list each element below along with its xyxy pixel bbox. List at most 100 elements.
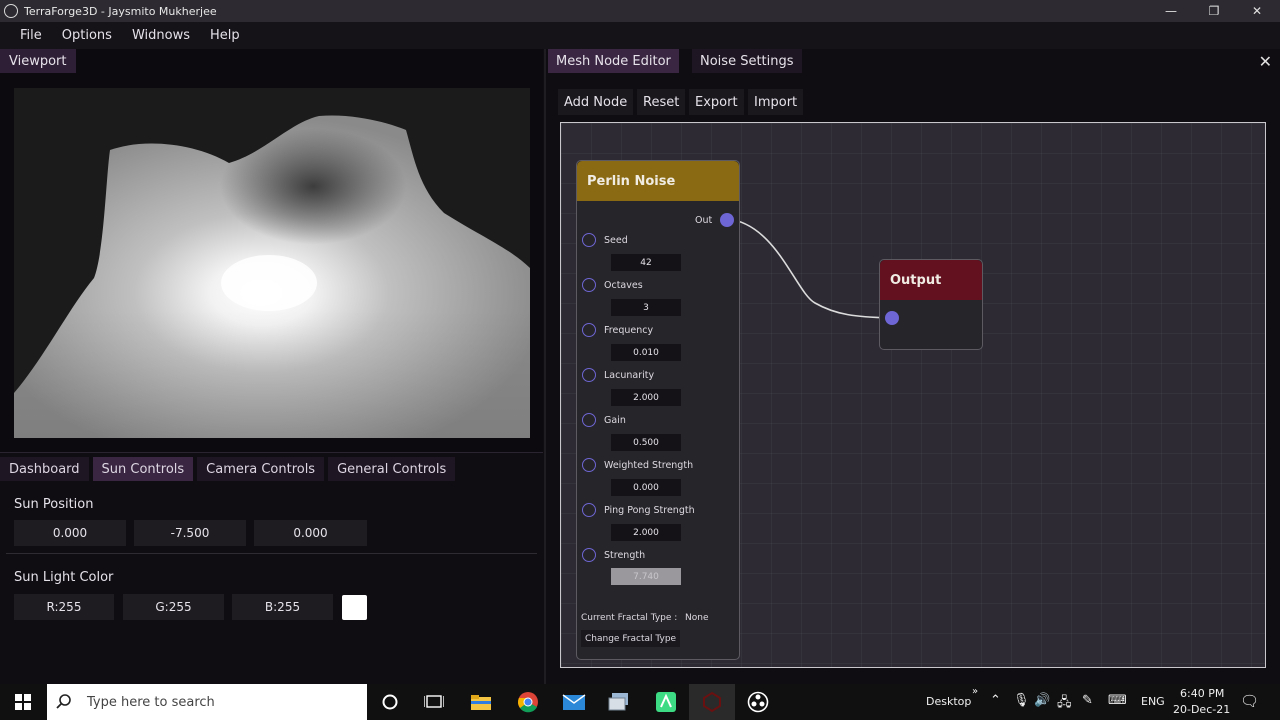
- frequency-field[interactable]: 0.010: [611, 344, 681, 361]
- gain-field[interactable]: 0.500: [611, 434, 681, 451]
- tab-dashboard[interactable]: Dashboard: [0, 457, 89, 481]
- ping-pong-strength-input-pin[interactable]: [582, 503, 596, 517]
- taskbar-search-box[interactable]: Type here to search: [47, 684, 367, 720]
- app-icon: [4, 4, 18, 18]
- output-node-title[interactable]: Output: [880, 260, 982, 300]
- import-button[interactable]: Import: [748, 89, 804, 115]
- desktop-toolbar-label[interactable]: Desktop: [926, 695, 971, 708]
- tab-mesh-node-editor[interactable]: Mesh Node Editor: [548, 49, 679, 73]
- strength-field[interactable]: 7.740: [611, 568, 681, 585]
- sun-position-y-field[interactable]: -7.500: [134, 520, 246, 546]
- menu-help[interactable]: Help: [200, 28, 250, 43]
- menu-windows[interactable]: Widnows: [122, 28, 200, 43]
- android-studio-icon[interactable]: [643, 684, 689, 720]
- octaves-input-pin[interactable]: [582, 278, 596, 292]
- file-explorer-icon[interactable]: [458, 684, 504, 720]
- frequency-input-pin[interactable]: [582, 323, 596, 337]
- export-button[interactable]: Export: [689, 89, 744, 115]
- node-editor-panel: Mesh Node Editor Noise Settings ✕ Add No…: [546, 49, 1280, 684]
- seed-field[interactable]: 42: [611, 254, 681, 271]
- pen-icon[interactable]: ✎: [1082, 693, 1093, 708]
- viewport-panel: Viewport: [0, 49, 543, 452]
- tab-viewport[interactable]: Viewport: [0, 49, 76, 73]
- remote-desktop-icon[interactable]: [597, 684, 643, 720]
- sun-color-g-field[interactable]: G:255: [123, 594, 224, 620]
- strength-input-pin[interactable]: [582, 548, 596, 562]
- lacunarity-input-pin[interactable]: [582, 368, 596, 382]
- menu-options[interactable]: Options: [52, 28, 122, 43]
- frequency-label: Frequency: [604, 325, 654, 336]
- controls-divider: [6, 553, 537, 554]
- clock-time[interactable]: 6:40 PM: [1180, 687, 1224, 700]
- output-pin-label: Out: [695, 215, 713, 226]
- menu-bar: File Options Widnows Help: [0, 22, 1280, 49]
- ping-pong-strength-label: Ping Pong Strength: [604, 505, 695, 516]
- maximize-button[interactable]: ❐: [1191, 0, 1237, 22]
- perlin-output-pin[interactable]: [720, 213, 734, 227]
- close-window-button[interactable]: ✕: [1234, 0, 1280, 22]
- fractal-type-label: Current Fractal Type :: [581, 613, 678, 623]
- close-icon[interactable]: ✕: [1259, 52, 1272, 71]
- sun-position-label: Sun Position: [14, 497, 94, 512]
- seed-label: Seed: [604, 235, 628, 246]
- weighted-strength-field[interactable]: 0.000: [611, 479, 681, 496]
- lacunarity-label: Lacunarity: [604, 370, 655, 381]
- node-canvas[interactable]: Perlin Noise Out Seed 42 Octaves 3 Frequ…: [560, 122, 1266, 668]
- obs-icon[interactable]: [735, 684, 781, 720]
- output-input-pin[interactable]: [885, 311, 899, 325]
- weighted-strength-input-pin[interactable]: [582, 458, 596, 472]
- perlin-noise-node[interactable]: Perlin Noise Out Seed 42 Octaves 3 Frequ…: [576, 160, 740, 660]
- node-link[interactable]: [726, 218, 892, 319]
- sun-color-b-field[interactable]: B:255: [232, 594, 333, 620]
- ping-pong-strength-field[interactable]: 2.000: [611, 524, 681, 541]
- sun-color-r-field[interactable]: R:255: [14, 594, 114, 620]
- menu-file[interactable]: File: [10, 28, 52, 43]
- reset-button[interactable]: Reset: [637, 89, 686, 115]
- microphone-icon[interactable]: 🎙: [1013, 693, 1030, 708]
- tab-general-controls[interactable]: General Controls: [328, 457, 456, 481]
- network-icon[interactable]: 🖧: [1057, 693, 1072, 715]
- tab-camera-controls[interactable]: Camera Controls: [197, 457, 325, 481]
- taskbar: Type here to search Desktop » ⌃ 🎙 🔊 🖧 ✎ …: [0, 684, 1280, 720]
- strength-label: Strength: [604, 550, 646, 561]
- change-fractal-type-button[interactable]: Change Fractal Type: [581, 630, 681, 647]
- tab-sun-controls[interactable]: Sun Controls: [92, 457, 194, 481]
- gain-input-pin[interactable]: [582, 413, 596, 427]
- terrain-viewport[interactable]: [14, 88, 530, 438]
- sun-position-z-field[interactable]: 0.000: [254, 520, 367, 546]
- sun-position-x-field[interactable]: 0.000: [14, 520, 126, 546]
- chrome-icon[interactable]: [505, 684, 551, 720]
- output-node[interactable]: Output: [879, 259, 983, 350]
- fractal-type-value: None: [685, 613, 709, 623]
- toolbar-overflow-icon[interactable]: »: [972, 686, 978, 697]
- search-icon: [56, 694, 71, 709]
- controls-panel: Dashboard Sun Controls Camera Controls G…: [0, 452, 543, 684]
- keyboard-icon[interactable]: ⌨: [1108, 693, 1127, 708]
- perlin-node-title[interactable]: Perlin Noise: [577, 161, 739, 201]
- seed-input-pin[interactable]: [582, 233, 596, 247]
- clock-date[interactable]: 20-Dec-21: [1173, 703, 1230, 716]
- search-placeholder: Type here to search: [87, 694, 215, 710]
- cortana-icon[interactable]: [367, 684, 413, 720]
- terrain-render: [14, 115, 530, 438]
- lacunarity-field[interactable]: 2.000: [611, 389, 681, 406]
- notifications-icon[interactable]: 🗨: [1240, 692, 1259, 710]
- tab-noise-settings[interactable]: Noise Settings: [692, 49, 802, 73]
- chevron-up-icon[interactable]: ⌃: [990, 693, 1001, 708]
- title-bar: TerraForge3D - Jaysmito Mukherjee — ❐ ✕: [0, 0, 1280, 22]
- controls-tabbar: Dashboard Sun Controls Camera Controls G…: [0, 457, 459, 481]
- sun-light-color-label: Sun Light Color: [14, 570, 114, 585]
- terraforge-taskbar-icon[interactable]: [689, 684, 735, 720]
- volume-icon[interactable]: 🔊: [1034, 693, 1050, 708]
- sun-color-swatch[interactable]: [342, 595, 367, 620]
- language-indicator[interactable]: ENG: [1141, 695, 1165, 708]
- octaves-field[interactable]: 3: [611, 299, 681, 316]
- window-title: TerraForge3D - Jaysmito Mukherjee: [24, 4, 217, 18]
- add-node-button[interactable]: Add Node: [558, 89, 634, 115]
- octaves-label: Octaves: [604, 280, 643, 291]
- mail-icon[interactable]: [551, 684, 597, 720]
- minimize-button[interactable]: —: [1148, 0, 1194, 22]
- gain-label: Gain: [604, 415, 626, 426]
- windows-start-icon[interactable]: [0, 684, 46, 720]
- task-view-icon[interactable]: [411, 684, 457, 720]
